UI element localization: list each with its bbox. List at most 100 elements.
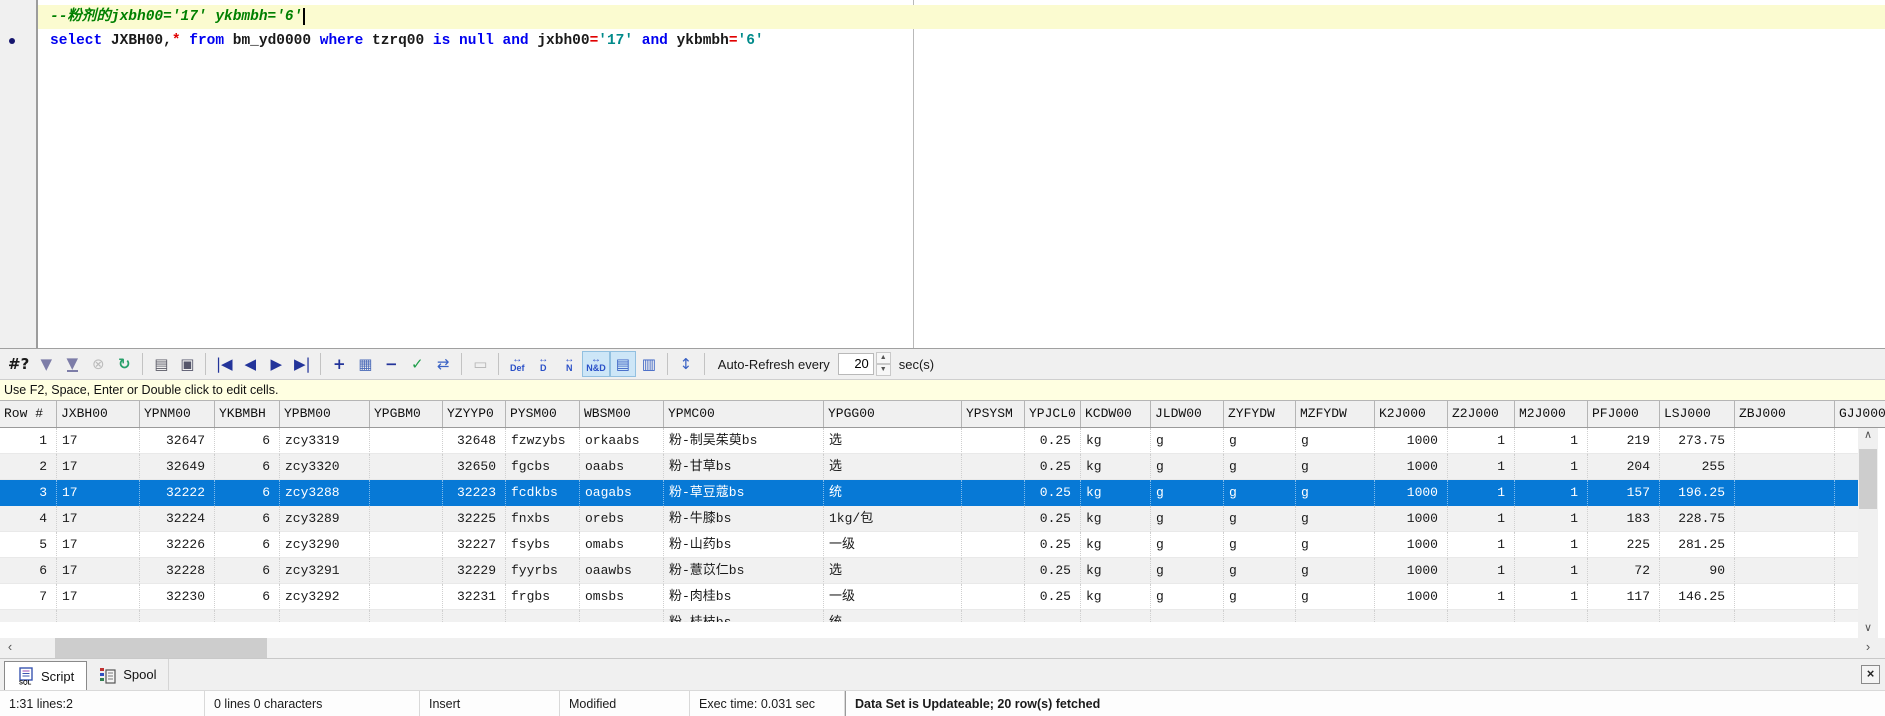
column-header-wbsm00[interactable]: WBSM00 [580, 401, 664, 427]
column-header-ypgbm0[interactable]: YPGBM0 [370, 401, 443, 427]
cell[interactable] [506, 610, 580, 622]
cell[interactable] [1735, 532, 1835, 558]
cell[interactable] [962, 454, 1025, 480]
cell[interactable] [962, 532, 1025, 558]
cell[interactable]: 1 [1515, 428, 1588, 454]
cell[interactable] [215, 610, 280, 622]
cell[interactable]: 17 [57, 480, 140, 506]
column-header-k2j000[interactable]: K2J000 [1375, 401, 1448, 427]
cell[interactable]: 32227 [443, 532, 506, 558]
cell[interactable]: g [1224, 506, 1296, 532]
horizontal-scroll-thumb[interactable] [55, 638, 267, 658]
cell[interactable]: 17 [57, 532, 140, 558]
cell[interactable]: 32224 [140, 506, 215, 532]
cell[interactable]: 32650 [443, 454, 506, 480]
cell[interactable] [962, 428, 1025, 454]
cell[interactable] [962, 584, 1025, 610]
cell[interactable] [962, 506, 1025, 532]
cell[interactable]: 32226 [140, 532, 215, 558]
record-count-button[interactable]: #? [4, 351, 33, 377]
cell[interactable]: g [1151, 584, 1224, 610]
column-header-ypsysm[interactable]: YPSYSM [962, 401, 1025, 427]
cell[interactable]: 4 [0, 506, 57, 532]
first-record-button[interactable]: |◀ [211, 351, 237, 377]
cell[interactable]: 统 [824, 480, 962, 506]
cell[interactable] [1735, 506, 1835, 532]
cell[interactable]: 6 [215, 454, 280, 480]
cancel-query-button[interactable]: ⊗ [85, 351, 111, 377]
cell[interactable]: 粉-草豆蔻bs [664, 480, 824, 506]
cell[interactable]: g [1224, 558, 1296, 584]
print-button[interactable]: ▤ [148, 351, 174, 377]
duplicate-record-button[interactable]: ▦ [352, 351, 378, 377]
cell[interactable]: 0.25 [1025, 532, 1081, 558]
column-header-zyfydw[interactable]: ZYFYDW [1224, 401, 1296, 427]
editor-code-area[interactable]: --粉剂的jxbh00='17' ykbmbh='6' select JXBH0… [38, 0, 1885, 348]
cell[interactable]: 1000 [1375, 584, 1448, 610]
cell[interactable]: 一级 [824, 584, 962, 610]
cell[interactable]: 157 [1588, 480, 1660, 506]
cell[interactable]: g [1296, 532, 1375, 558]
cell[interactable]: 1 [1448, 480, 1515, 506]
column-header-ypjcl0[interactable]: YPJCL0 [1025, 401, 1081, 427]
column-header-jxbh00[interactable]: JXBH00 [57, 401, 140, 427]
sql-editor[interactable]: --粉剂的jxbh00='17' ykbmbh='6' select JXBH0… [0, 0, 1885, 348]
cell[interactable]: 6 [215, 558, 280, 584]
next-record-button[interactable]: ▶ [263, 351, 289, 377]
size-columns-default-button[interactable]: ↔ Def [504, 351, 530, 377]
cell[interactable]: 一级 [824, 532, 962, 558]
cell[interactable]: zcy3292 [280, 584, 370, 610]
cell[interactable]: g [1151, 506, 1224, 532]
cell[interactable]: 统 [824, 610, 962, 622]
cell[interactable]: orkaabs [580, 428, 664, 454]
cell[interactable]: 117 [1588, 584, 1660, 610]
cell[interactable]: kg [1081, 428, 1151, 454]
cell[interactable] [1224, 610, 1296, 622]
cell[interactable]: 1 [1515, 558, 1588, 584]
cell[interactable]: fyyrbs [506, 558, 580, 584]
cell[interactable]: 1 [1448, 454, 1515, 480]
cell[interactable] [370, 506, 443, 532]
cell[interactable]: 225 [1588, 532, 1660, 558]
cell[interactable]: 17 [57, 584, 140, 610]
cell[interactable]: 0.25 [1025, 558, 1081, 584]
cell[interactable] [0, 610, 57, 622]
table-row[interactable]: 7 17 32230 6 zcy3292 32231 frgbs omsbs 粉-肉桂bs 一级 0… [0, 584, 1885, 610]
cell[interactable]: g [1296, 454, 1375, 480]
cell[interactable]: 0.25 [1025, 454, 1081, 480]
sort-filter-button[interactable]: ▼ [33, 351, 59, 377]
cell[interactable]: 粉-甘草bs [664, 454, 824, 480]
cell[interactable] [370, 584, 443, 610]
cell[interactable]: kg [1081, 584, 1151, 610]
cell[interactable]: kg [1081, 558, 1151, 584]
cell[interactable]: 粉-薏苡仁bs [664, 558, 824, 584]
cell[interactable]: oaawbs [580, 558, 664, 584]
cell[interactable]: 1 [1448, 428, 1515, 454]
cell[interactable]: 17 [57, 428, 140, 454]
filter-button[interactable]: ▼ [59, 351, 85, 377]
insert-record-button[interactable]: + [326, 351, 352, 377]
cell[interactable]: 1 [1448, 506, 1515, 532]
cell[interactable]: 粉-制吴茱萸bs [664, 428, 824, 454]
size-columns-data-button[interactable]: ↔ D [530, 351, 556, 377]
revert-changes-button[interactable]: ⇄ [430, 351, 456, 377]
cell[interactable]: g [1224, 584, 1296, 610]
vertical-scroll-thumb[interactable] [1859, 449, 1877, 509]
cell[interactable]: 146.25 [1660, 584, 1735, 610]
cell[interactable]: omabs [580, 532, 664, 558]
cell[interactable]: 17 [57, 454, 140, 480]
cell[interactable]: 32222 [140, 480, 215, 506]
column-header-pysm00[interactable]: PYSM00 [506, 401, 580, 427]
cell[interactable]: g [1151, 558, 1224, 584]
cell[interactable]: 6 [215, 532, 280, 558]
cell[interactable]: 2 [0, 454, 57, 480]
cell[interactable]: g [1296, 584, 1375, 610]
cell[interactable]: fgcbs [506, 454, 580, 480]
sql-statement-line[interactable]: select JXBH00,* from bm_yd0000 where tzr… [38, 29, 1885, 53]
cell[interactable] [57, 610, 140, 622]
cell[interactable]: orebs [580, 506, 664, 532]
cell[interactable]: zcy3290 [280, 532, 370, 558]
cell[interactable] [1735, 558, 1835, 584]
cell[interactable] [962, 558, 1025, 584]
column-header-ykbmbh[interactable]: YKBMBH [215, 401, 280, 427]
